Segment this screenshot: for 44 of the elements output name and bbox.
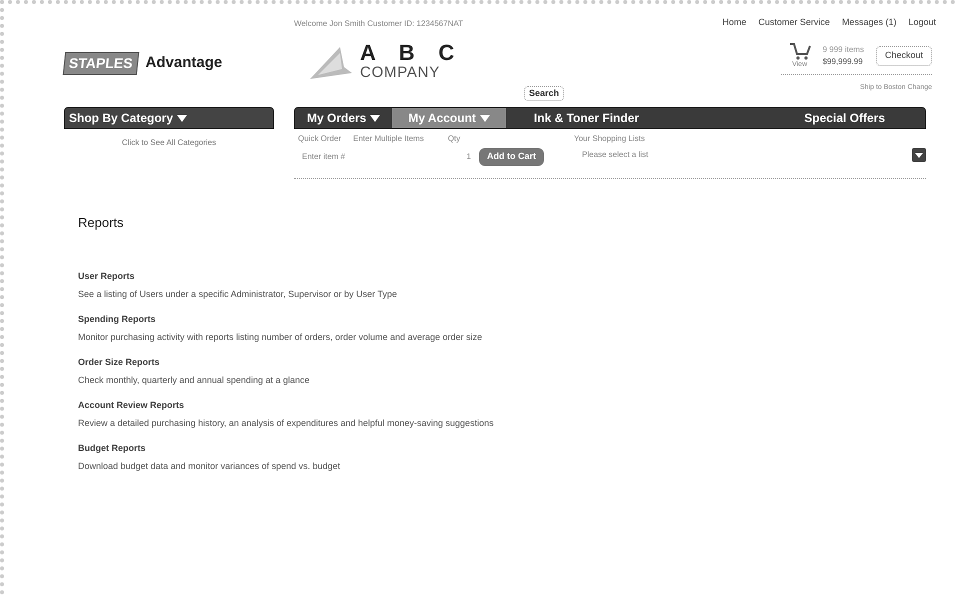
cart-total: $99,999.99 [822,56,864,68]
checkout-button[interactable]: Checkout [876,46,932,66]
welcome-text: Welcome Jon Smith Customer ID: 1234567NAT [294,18,464,30]
report-link[interactable]: User Reports [78,270,936,284]
all-categories-link[interactable]: Click to See All Categories [64,137,274,149]
list-select-field[interactable]: Please select a list [574,149,912,161]
company-name: COMPANY [360,64,441,83]
report-link[interactable]: Budget Reports [78,442,936,456]
multiple-items-link[interactable]: Enter Multiple Items [353,133,424,145]
report-description: Check monthly, quarterly and annual spending at a glance [78,374,310,387]
logo: STAPLES [62,52,139,74]
top-link[interactable]: Home [722,16,746,30]
qty-label: Qty [448,133,460,145]
shopping-lists-label: Your Shopping Lists [574,133,646,145]
company-letters: A B C [360,42,464,64]
mountain-logo-icon [310,45,352,80]
top-link[interactable]: Logout [908,16,936,30]
qty-input-field[interactable]: 1 [451,150,471,163]
cart-icon[interactable] [788,42,811,60]
report-description: See a listing of Users under a specific Administrator, Supervisor or by User Type [78,288,398,301]
report-description: Download budget data and monitor variances of spend vs. budget [78,460,342,473]
add-to-cart-button[interactable]: Add to Cart [479,148,544,166]
nav-tab[interactable]: My Orders [295,108,392,128]
nav-tab[interactable]: My Account [392,108,506,128]
report-link[interactable]: Spending Reports [78,313,936,326]
report-link[interactable]: Account Review Reports [78,399,936,412]
search-button[interactable]: Search [524,86,564,101]
nav-tab[interactable]: Ink & Toner Finder [522,108,792,128]
report-description: Monitor purchasing activity with reports listing number of orders, order volume and average order size [78,330,484,344]
page-title: Reports [78,214,125,232]
category-menu[interactable]: Shop By Category [64,107,274,129]
report-link[interactable]: Order Size Reports [78,356,936,370]
nav-tab[interactable]: Special Offers [792,108,925,128]
top-link[interactable]: Customer Service [758,16,830,30]
brand-name: Advantage [146,52,222,73]
quick-order-label: Quick Order [298,133,342,145]
caret-icon [177,114,188,122]
caret-icon [480,114,490,122]
top-link[interactable]: Messages (1) [842,16,896,30]
report-description: Review a detailed purchasing history, an analysis of expenditures and helpful money-saving suggestions [78,416,495,430]
cart-items: 9 999 items [822,44,864,56]
caret-icon [370,114,380,122]
dropdown-icon[interactable] [912,148,926,162]
item-input-field[interactable]: Enter item # [294,150,451,163]
